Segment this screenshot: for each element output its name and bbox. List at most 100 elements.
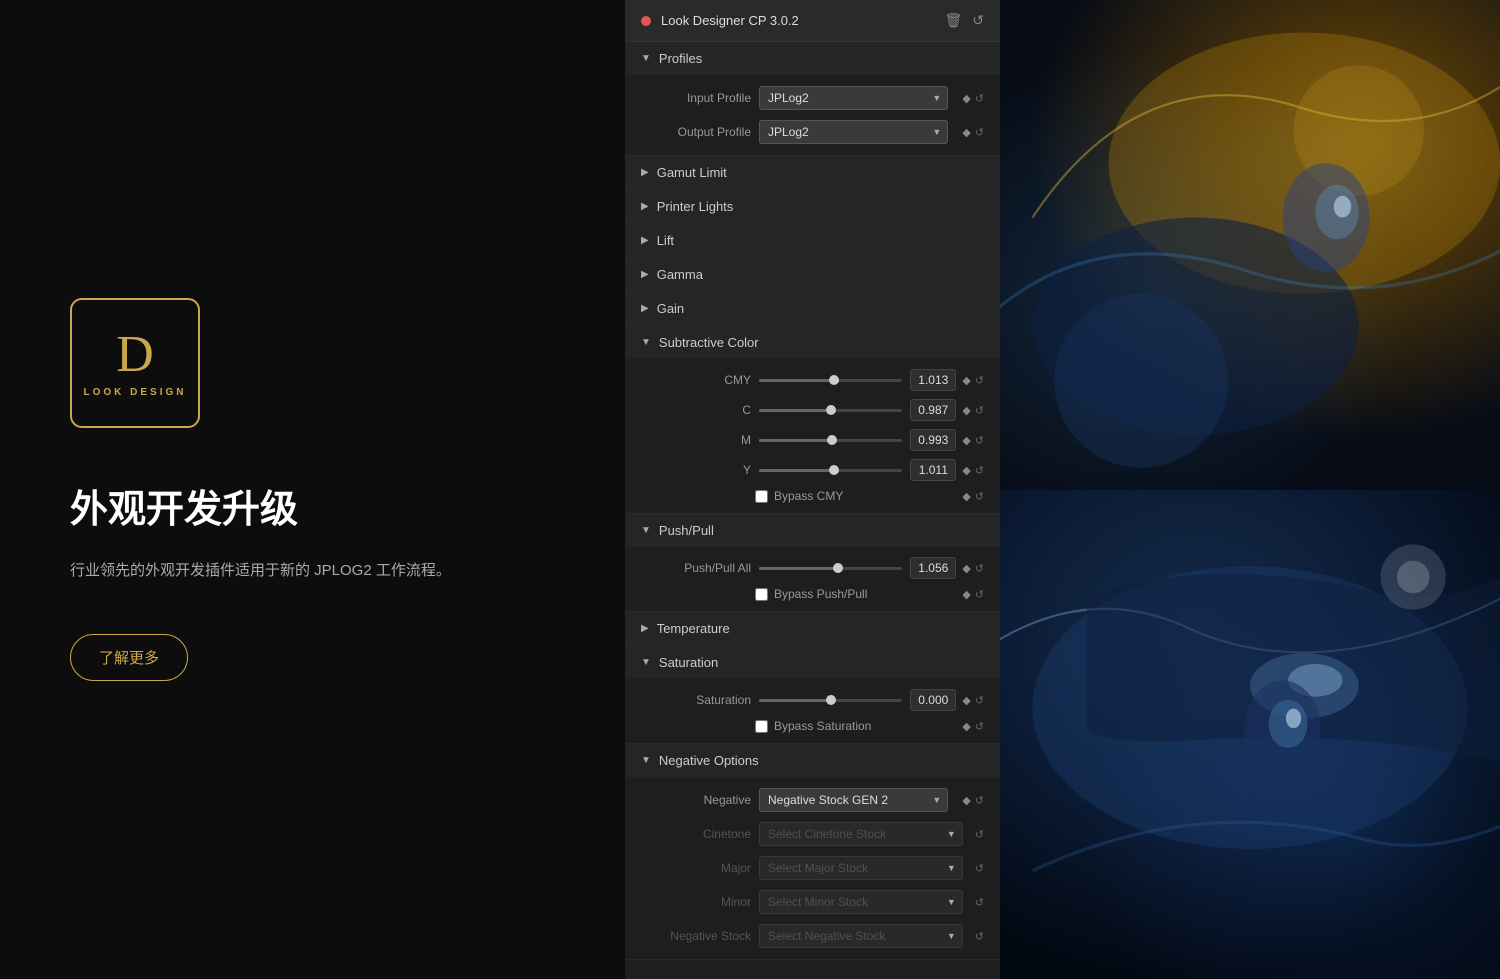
negative-reset-icon[interactable]: ↺ — [975, 794, 984, 807]
cmy-label: CMY — [641, 373, 751, 387]
saturation-header[interactable]: ▼ Saturation — [625, 646, 1000, 679]
y-fill — [759, 469, 834, 472]
bypass-cmy-row: Bypass CMY ◆ ↺ — [625, 485, 1000, 507]
push-pull-header[interactable]: ▼ Push/Pull — [625, 514, 1000, 547]
cmy-value-input[interactable] — [910, 369, 956, 391]
minor-reset-icon[interactable]: ↺ — [975, 896, 984, 909]
bypass-cmy-checkbox[interactable] — [755, 490, 768, 503]
gamma-header[interactable]: ▶ Gamma — [625, 258, 1000, 291]
c-label: C — [641, 403, 751, 417]
gain-section: ▶ Gain — [625, 292, 1000, 326]
bypass-push-pull-checkbox[interactable] — [755, 588, 768, 601]
temperature-label: Temperature — [657, 621, 730, 636]
m-thumb — [827, 435, 837, 445]
y-reset-icon[interactable]: ↺ — [975, 464, 984, 477]
main-title: 外观开发升级 — [70, 488, 298, 534]
output-profile-row: Output Profile JPLog2 JPLog3 Rec.709 ▼ ◆… — [625, 115, 1000, 149]
major-select[interactable]: Select Major Stock — [759, 856, 963, 880]
negative-options-section: ▼ Negative Options Negative Negative Sto… — [625, 744, 1000, 960]
preview-image-bottom — [1000, 490, 1500, 979]
output-profile-label: Output Profile — [641, 125, 751, 139]
profiles-label: Profiles — [659, 51, 702, 66]
subtractive-color-header[interactable]: ▼ Subtractive Color — [625, 326, 1000, 359]
push-pull-diamond-icon: ◆ — [962, 562, 970, 575]
negative-stock-row: Negative Stock Select Negative Stock ▼ ↺ — [625, 919, 1000, 953]
subtitle: 行业领先的外观开发插件适用于新的 JPLOG2 工作流程。 — [70, 558, 451, 584]
gamut-limit-header[interactable]: ▶ Gamut Limit — [625, 156, 1000, 189]
negative-label: Negative — [641, 793, 751, 807]
major-dropdown-wrapper: Select Major Stock ▼ — [759, 856, 963, 880]
c-value-input[interactable] — [910, 399, 956, 421]
temperature-section: ▶ Temperature — [625, 612, 1000, 646]
gain-label: Gain — [657, 301, 684, 316]
bypass-push-pull-row: Bypass Push/Pull ◆ ↺ — [625, 583, 1000, 605]
y-row: Y ◆ ↺ — [625, 455, 1000, 485]
gamma-section: ▶ Gamma — [625, 258, 1000, 292]
lift-header[interactable]: ▶ Lift — [625, 224, 1000, 257]
negative-options-header[interactable]: ▼ Negative Options — [625, 744, 1000, 777]
bypass-sat-reset-icon[interactable]: ↺ — [975, 720, 984, 733]
cmy-reset-icon[interactable]: ↺ — [975, 374, 984, 387]
saturation-section: ▼ Saturation Saturation ◆ ↺ Bypass Satur… — [625, 646, 1000, 744]
negative-select[interactable]: Negative Stock GEN 2 Negative Stock GEN … — [759, 788, 948, 812]
lift-arrow-icon: ▶ — [641, 235, 649, 246]
bypass-pp-reset-icon[interactable]: ↺ — [975, 588, 984, 601]
push-pull-value-input[interactable] — [910, 557, 956, 579]
gain-header[interactable]: ▶ Gain — [625, 292, 1000, 325]
y-diamond-icon: ◆ — [962, 464, 970, 477]
saturation-diamond-icon: ◆ — [962, 694, 970, 707]
bypass-pp-diamond-icon: ◆ — [962, 588, 970, 601]
cinetone-reset-icon[interactable]: ↺ — [975, 828, 984, 841]
negative-stock-select[interactable]: Select Negative Stock — [759, 924, 963, 948]
profiles-section-body: Input Profile JPLog2 JPLog3 Rec.709 ▼ ◆ … — [625, 75, 1000, 155]
profiles-section-header[interactable]: ▼ Profiles — [625, 42, 1000, 75]
negative-stock-reset-icon[interactable]: ↺ — [975, 930, 984, 943]
negative-options-label: Negative Options — [659, 753, 759, 768]
m-slider-track — [759, 439, 902, 442]
cmy-fill — [759, 379, 834, 382]
input-profile-select[interactable]: JPLog2 JPLog3 Rec.709 — [759, 86, 948, 110]
negative-stock-label: Negative Stock — [641, 929, 751, 943]
major-reset-icon[interactable]: ↺ — [975, 862, 984, 875]
right-panel — [1000, 0, 1500, 979]
push-pull-label: Push/Pull — [659, 523, 714, 538]
reset-icon[interactable]: ↺ — [972, 12, 984, 29]
c-reset-icon[interactable]: ↺ — [975, 404, 984, 417]
saturation-param-label: Saturation — [641, 693, 751, 707]
push-pull-reset-icon[interactable]: ↺ — [975, 562, 984, 575]
m-value-input[interactable] — [910, 429, 956, 451]
printer-lights-header[interactable]: ▶ Printer Lights — [625, 190, 1000, 223]
header-icons: 🗑 ↺ — [944, 12, 984, 29]
negative-diamond-icon: ◆ — [962, 794, 970, 807]
bypass-saturation-checkbox[interactable] — [755, 720, 768, 733]
learn-more-button[interactable]: 了解更多 — [70, 634, 188, 681]
m-reset-icon[interactable]: ↺ — [975, 434, 984, 447]
saturation-reset-icon[interactable]: ↺ — [975, 694, 984, 707]
bypass-cmy-reset-icon[interactable]: ↺ — [975, 490, 984, 503]
gamut-limit-label: Gamut Limit — [657, 165, 727, 180]
bypass-saturation-row: Bypass Saturation ◆ ↺ — [625, 715, 1000, 737]
negative-options-body: Negative Negative Stock GEN 2 Negative S… — [625, 777, 1000, 959]
y-slider-track — [759, 469, 902, 472]
gain-arrow-icon: ▶ — [641, 303, 649, 314]
left-panel: D LOOK DESIGN 外观开发升级 行业领先的外观开发插件适用于新的 JP… — [0, 0, 625, 979]
major-label: Major — [641, 861, 751, 875]
m-diamond-icon: ◆ — [962, 434, 970, 447]
cinetone-select[interactable]: Select Cinetone Stock — [759, 822, 963, 846]
temperature-header[interactable]: ▶ Temperature — [625, 612, 1000, 645]
saturation-label: Saturation — [659, 655, 718, 670]
plugin-panel: Look Designer CP 3.0.2 🗑 ↺ ▼ Profiles In… — [625, 0, 1000, 979]
input-profile-reset-icon[interactable]: ↺ — [975, 92, 984, 105]
cmy-diamond-icon: ◆ — [962, 374, 970, 387]
minor-select[interactable]: Select Minor Stock — [759, 890, 963, 914]
trash-icon[interactable]: 🗑 — [944, 12, 962, 29]
negative-dropdown-wrapper: Negative Stock GEN 2 Negative Stock GEN … — [759, 788, 948, 812]
y-value-input[interactable] — [910, 459, 956, 481]
output-profile-reset-icon[interactable]: ↺ — [975, 126, 984, 139]
saturation-value-input[interactable] — [910, 689, 956, 711]
saturation-arrow-icon: ▼ — [641, 657, 651, 668]
output-profile-select[interactable]: JPLog2 JPLog3 Rec.709 — [759, 120, 948, 144]
logo-text: LOOK DESIGN — [83, 387, 186, 398]
gamma-arrow-icon: ▶ — [641, 269, 649, 280]
plugin-header: Look Designer CP 3.0.2 🗑 ↺ — [625, 0, 1000, 42]
